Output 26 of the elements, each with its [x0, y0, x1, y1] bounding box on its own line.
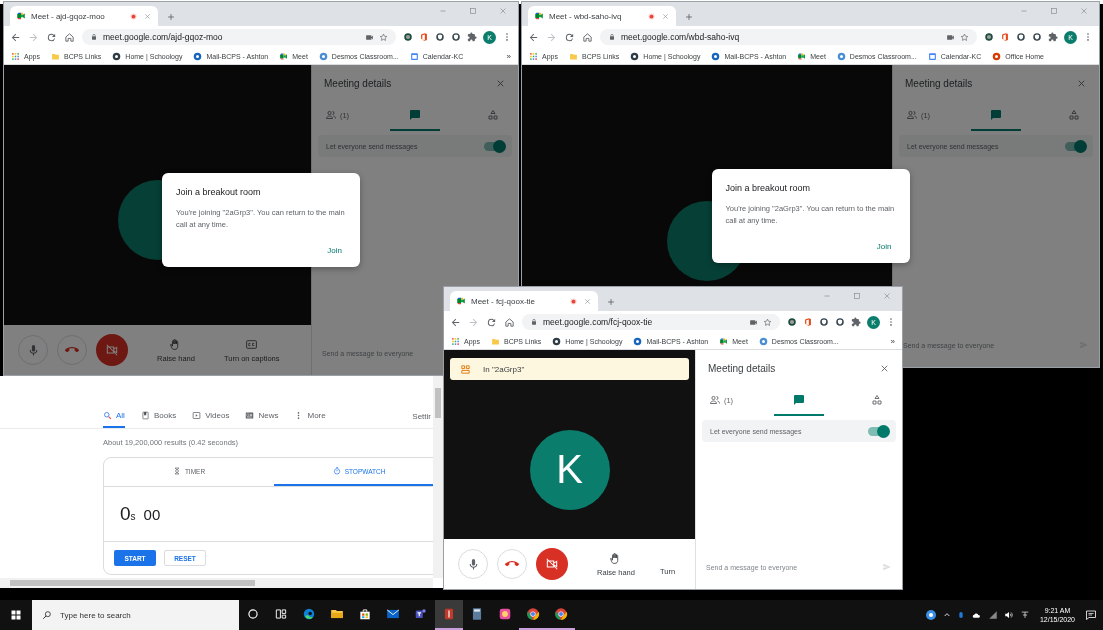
banner-text: In "2aGrp3" [483, 364, 525, 374]
overflow-button[interactable]: » [506, 51, 511, 61]
search-tab[interactable]: All [103, 404, 125, 428]
panel-title: Meeting details [324, 77, 392, 89]
search-tab[interactable]: More [294, 404, 326, 428]
address-bar[interactable]: meet.google.com/wbd-saho-ivq [600, 29, 977, 45]
avatar: K [529, 429, 610, 510]
stopwatch-hundredths: 00 [143, 505, 161, 523]
panel-title: Meeting details [708, 362, 776, 374]
search-field[interactable]: Type here to search [32, 600, 239, 630]
stopwatch-seconds: 0s [120, 503, 136, 525]
search-tab[interactable]: News [245, 404, 279, 428]
browser-tab[interactable]: Meet - fcj-qoox-tie [450, 291, 598, 311]
join-button[interactable]: Join [872, 240, 896, 254]
settings-link[interactable]: Settir [412, 404, 431, 428]
address-bar[interactable]: meet.google.com/ajd-gqoz-moo [82, 29, 396, 45]
join-button[interactable]: Join [323, 244, 346, 258]
panel-title: Meeting details [905, 77, 973, 89]
overflow-button[interactable]: » [890, 336, 895, 346]
browser-tab[interactable]: Meet - wbd-saho-ivq [528, 6, 676, 26]
search-tab[interactable]: Books [140, 404, 177, 428]
search-tab[interactable]: Videos [192, 404, 230, 428]
dialog-title: Join a breakout room [176, 186, 262, 197]
browser-tab[interactable]: Meet - ajd-gqoz-moo [10, 6, 158, 26]
address-bar[interactable]: meet.google.com/fcj-qoox-tie [522, 314, 780, 330]
dialog-title: Join a breakout room [725, 182, 812, 193]
